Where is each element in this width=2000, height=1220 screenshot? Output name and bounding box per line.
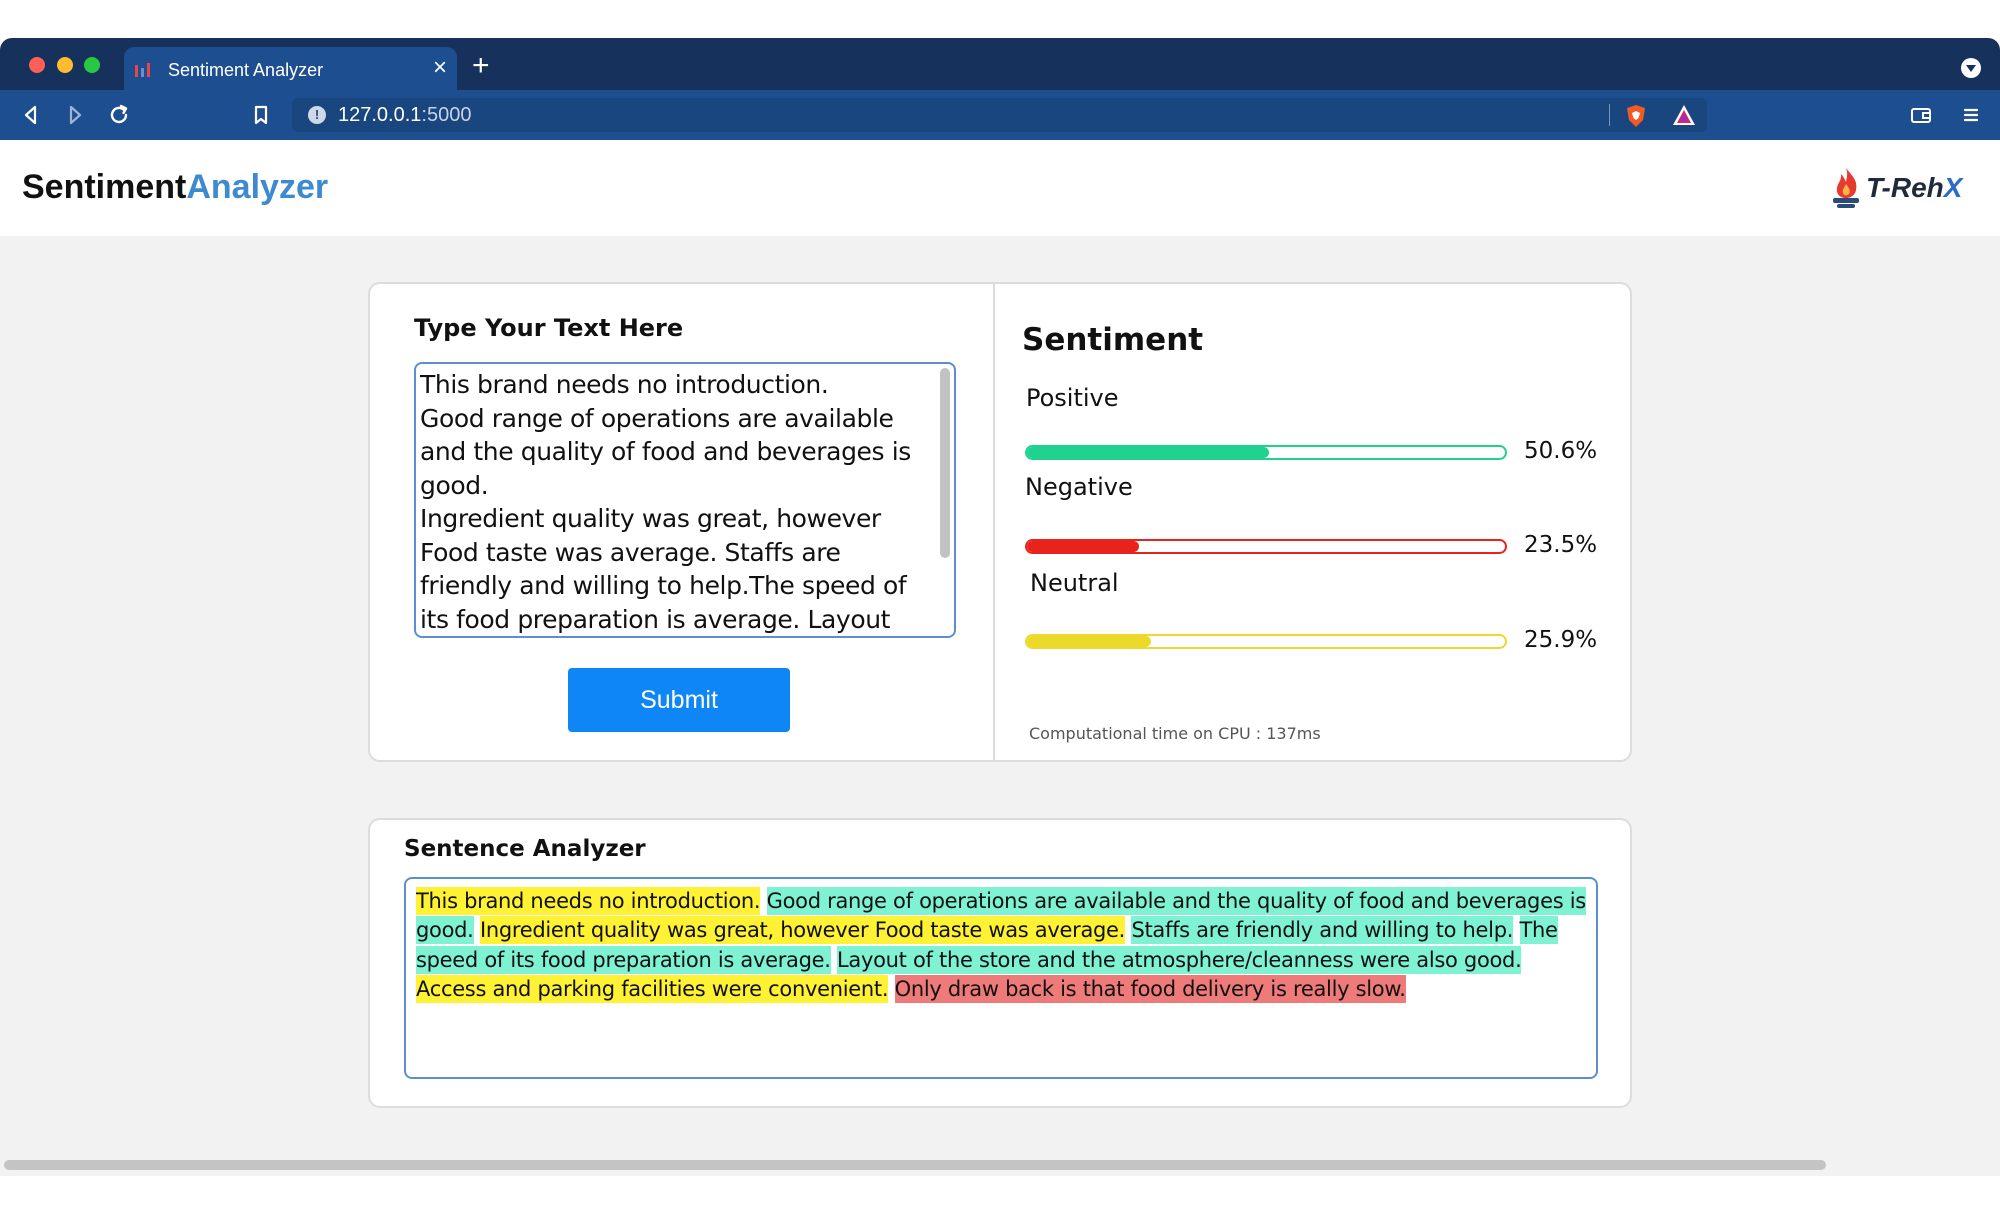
- brand-text-analyzer: Analyzer: [186, 168, 329, 206]
- analysis-card: Type Your Text Here This brand needs no …: [368, 282, 1632, 762]
- browser-tab[interactable]: Sentiment Analyzer ×: [124, 47, 457, 90]
- trehx-flame-icon: [1833, 168, 1859, 208]
- neutral-bar: [1025, 634, 1507, 649]
- sentence-segment-neutral: Ingredient quality was great, however Fo…: [479, 916, 1126, 945]
- submit-button[interactable]: Submit: [568, 668, 790, 732]
- negative-label: Negative: [1025, 473, 1133, 501]
- sentence-segment-negative: Only draw back is that food delivery is …: [894, 974, 1406, 1003]
- sentence-segment-neutral: Access and parking facilities were conve…: [416, 974, 889, 1003]
- negative-bar-fill: [1027, 541, 1140, 552]
- tab-close-icon[interactable]: ×: [433, 55, 447, 81]
- bookmark-icon[interactable]: [246, 100, 276, 130]
- sentence-analyzer-text: This brand needs no introduction. Good r…: [416, 887, 1592, 1004]
- browser-toolbar: ! 127.0.0.1:5000: [0, 90, 2000, 140]
- close-window-button[interactable]: [29, 57, 45, 73]
- tab-favicon-icon: [135, 63, 150, 77]
- app-header: SentimentAnalyzer T-RehX: [0, 140, 2000, 236]
- positive-label: Positive: [1026, 384, 1119, 412]
- wallet-icon[interactable]: [1906, 100, 1936, 130]
- sentence-segment-positive: Staffs are friendly and willing to help.: [1131, 916, 1514, 945]
- sentence-segment-positive: Layout of the store and the atmosphere/c…: [837, 945, 1522, 974]
- neutral-bar-fill: [1027, 636, 1151, 647]
- maximize-window-button[interactable]: [84, 57, 100, 73]
- back-icon[interactable]: [16, 100, 46, 130]
- tab-list-dropdown-icon[interactable]: [1961, 58, 1981, 78]
- negative-percent: 23.5%: [1524, 532, 1598, 558]
- sentiment-heading: Sentiment: [1022, 322, 1204, 358]
- text-input-area[interactable]: This brand needs no introduction. Good r…: [414, 362, 956, 638]
- menu-icon[interactable]: [1956, 100, 1986, 130]
- horizontal-scrollbar[interactable]: [4, 1160, 1826, 1170]
- new-tab-button[interactable]: +: [472, 51, 490, 81]
- trehx-logo[interactable]: T-RehX: [1828, 164, 1978, 212]
- panel-divider: [993, 284, 995, 760]
- positive-bar: [1025, 445, 1507, 460]
- reload-icon[interactable]: [104, 100, 134, 130]
- address-bar[interactable]: ! 127.0.0.1:5000: [292, 98, 1707, 132]
- brave-rewards-icon[interactable]: [1672, 104, 1696, 126]
- tab-title: Sentiment Analyzer: [168, 60, 324, 80]
- url-text[interactable]: 127.0.0.1:5000: [338, 104, 471, 127]
- positive-bar-fill: [1027, 447, 1269, 458]
- sentence-analyzer-heading: Sentence Analyzer: [404, 836, 646, 862]
- brand-text-sentiment: Sentiment: [22, 168, 187, 206]
- sentence-segment-neutral: This brand needs no introduction.: [416, 887, 761, 915]
- computation-time: Computational time on CPU : 137ms: [1029, 724, 1321, 743]
- sentence-analyzer-card: Sentence Analyzer This brand needs no in…: [368, 818, 1632, 1108]
- sentence-analyzer-output: This brand needs no introduction. Good r…: [404, 877, 1598, 1079]
- browser-window: Sentiment Analyzer × + ! 127.0.0.1:5000: [0, 38, 2000, 1176]
- browser-titlebar: Sentiment Analyzer × +: [0, 38, 2000, 90]
- trehx-logo-text: T-RehX: [1866, 172, 1963, 203]
- app-brand[interactable]: SentimentAnalyzer: [22, 168, 328, 207]
- neutral-label: Neutral: [1030, 569, 1119, 597]
- neutral-percent: 25.9%: [1524, 627, 1598, 653]
- positive-percent: 50.6%: [1524, 438, 1598, 464]
- brave-shields-icon[interactable]: [1625, 104, 1647, 128]
- textarea-scrollbar[interactable]: [940, 368, 950, 558]
- input-heading: Type Your Text Here: [414, 314, 684, 342]
- text-input-value[interactable]: This brand needs no introduction. Good r…: [420, 368, 920, 636]
- url-separator: [1609, 104, 1610, 126]
- forward-icon[interactable]: [60, 100, 90, 130]
- minimize-window-button[interactable]: [57, 57, 73, 73]
- site-info-icon[interactable]: !: [308, 106, 326, 124]
- negative-bar: [1025, 539, 1507, 554]
